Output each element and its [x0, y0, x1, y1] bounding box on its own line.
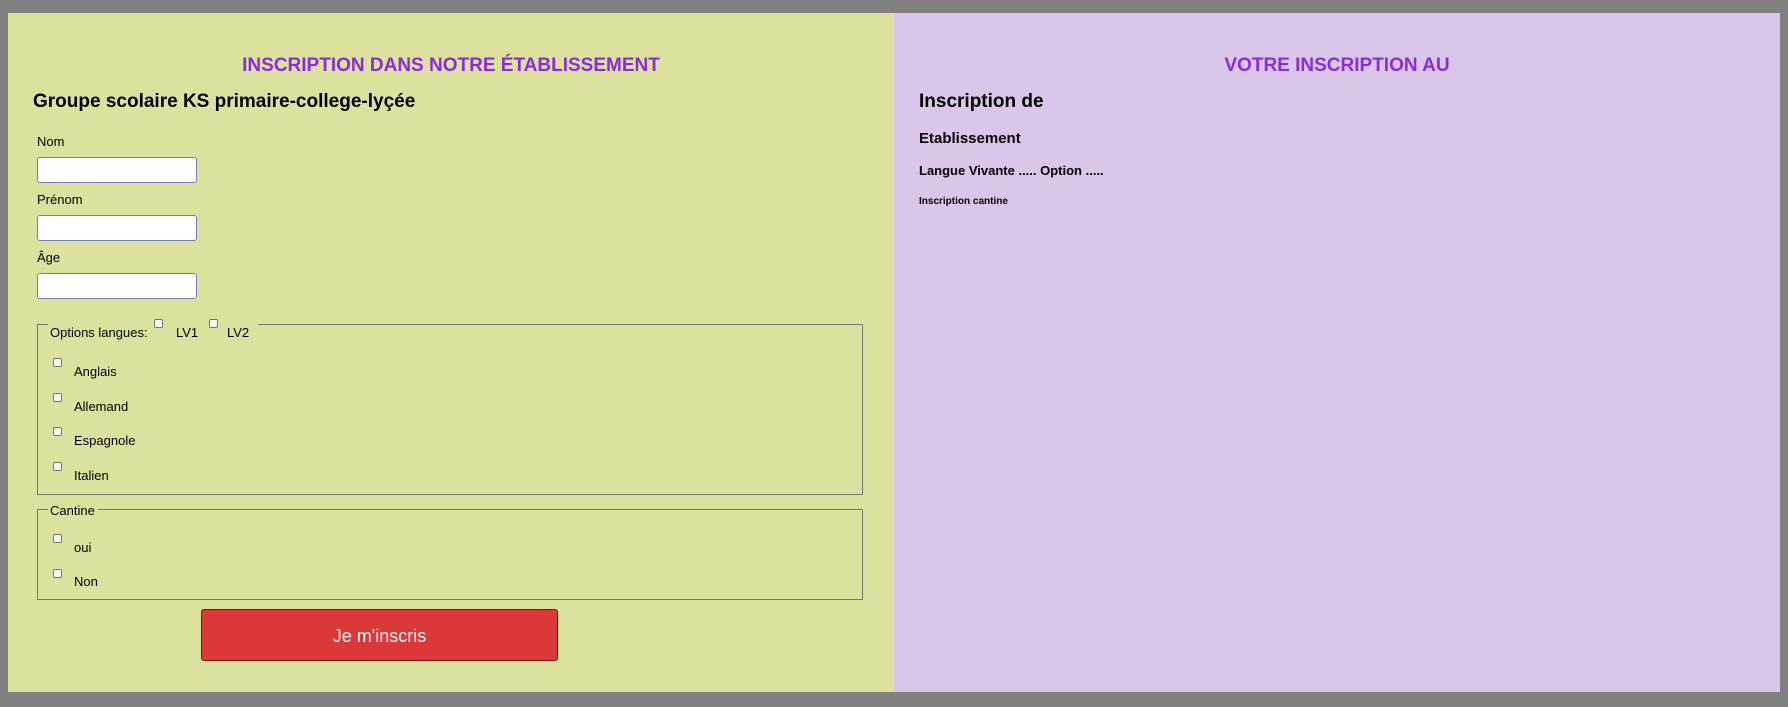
anglais-label: Anglais	[74, 364, 117, 379]
registration-form-panel: INSCRIPTION DANS NOTRE ÉTABLISSEMENT Gro…	[8, 13, 894, 692]
cantine-non-label: Non	[74, 574, 98, 589]
summary-etablissement: Etablissement	[919, 130, 1021, 147]
prenom-label: Prénom	[37, 192, 83, 207]
cantine-legend: Cantine	[50, 503, 95, 518]
italien-label: Italien	[74, 468, 109, 483]
summary-langue-line: Langue Vivante ..... Option .....	[919, 163, 1104, 178]
summary-title: VOTRE INSCRIPTION AU	[1224, 55, 1450, 76]
form-title: INSCRIPTION DANS NOTRE ÉTABLISSEMENT	[242, 55, 660, 76]
lv2-checkbox[interactable]	[209, 319, 218, 328]
cantine-non-checkbox[interactable]	[53, 569, 62, 578]
lv2-label: LV2	[227, 325, 250, 340]
italien-checkbox[interactable]	[53, 462, 62, 471]
summary-panel: VOTRE INSCRIPTION AU Inscription de Etab…	[894, 13, 1780, 692]
lv1-checkbox[interactable]	[154, 319, 163, 328]
nom-label: Nom	[37, 134, 65, 149]
allemand-checkbox[interactable]	[53, 393, 62, 402]
nom-input[interactable]	[37, 157, 197, 183]
lv1-label: LV1	[176, 325, 199, 340]
submit-button[interactable]: Je m'inscris	[201, 609, 558, 661]
school-name: Groupe scolaire KS primaire-college-lyçé…	[33, 91, 416, 112]
age-input[interactable]	[37, 273, 197, 299]
page-frame: INSCRIPTION DANS NOTRE ÉTABLISSEMENT Gro…	[8, 13, 1780, 692]
anglais-checkbox[interactable]	[53, 358, 62, 367]
allemand-label: Allemand	[74, 399, 129, 414]
age-label: Âge	[37, 250, 61, 265]
summary-cantine-line: Inscription cantine	[919, 196, 1008, 207]
espagnole-label: Espagnole	[74, 433, 136, 448]
languages-legend: Options langues:	[50, 325, 148, 340]
prenom-input[interactable]	[37, 215, 197, 241]
cantine-oui-checkbox[interactable]	[53, 534, 62, 543]
espagnole-checkbox[interactable]	[53, 427, 62, 436]
summary-inscription-de: Inscription de	[919, 91, 1044, 112]
cantine-oui-label: oui	[74, 540, 92, 555]
